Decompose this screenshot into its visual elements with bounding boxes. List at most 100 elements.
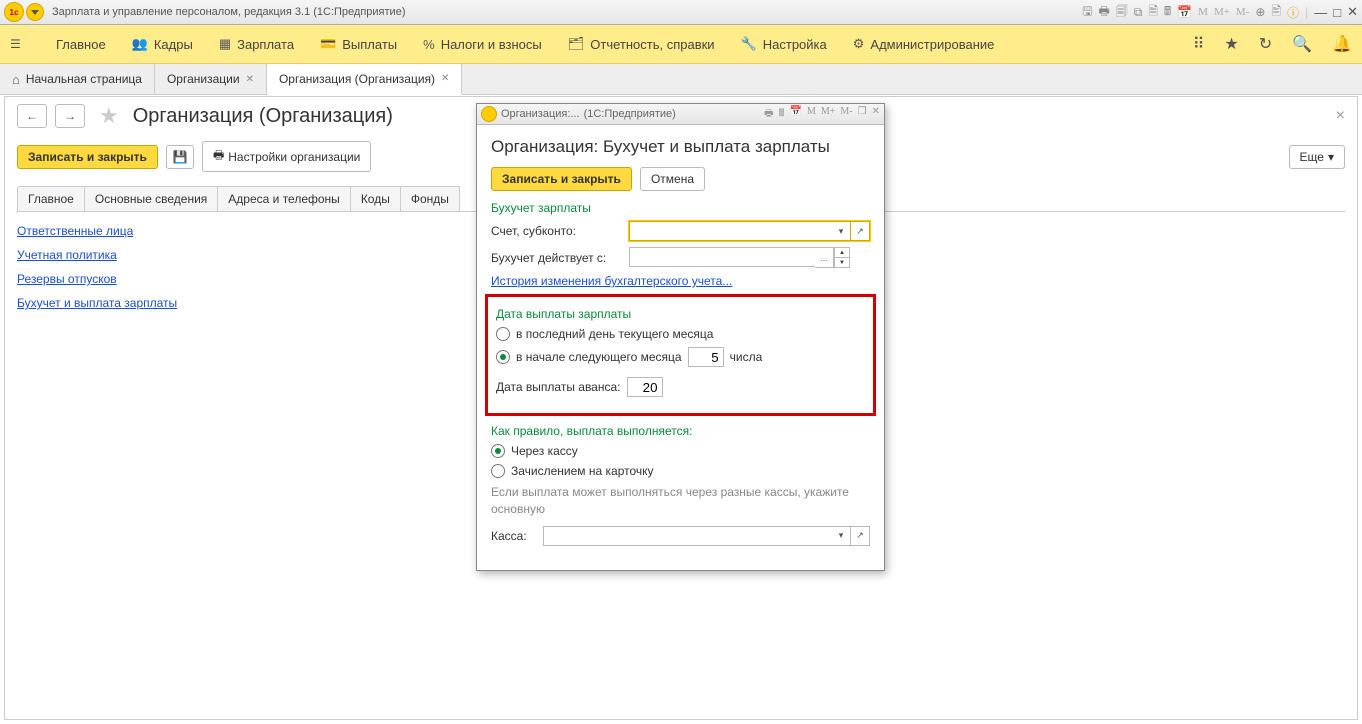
wallet-icon: 💳	[320, 36, 336, 52]
subtab-address[interactable]: Адреса и телефоны	[217, 186, 351, 211]
ellipsis-icon[interactable]: …	[815, 247, 834, 268]
dialog-title-bar: Организация:... (1С:Предприятие) 🖶 🖩 📅 M…	[477, 104, 884, 125]
calendar-icon[interactable]: 📅	[1177, 5, 1192, 19]
page-close-button[interactable]: ×	[1336, 107, 1345, 125]
m-plus-icon[interactable]: M+	[1214, 6, 1230, 18]
open-icon[interactable]: ↗	[851, 526, 870, 546]
radio-selected-icon	[496, 350, 510, 364]
day-suffix: числа	[730, 350, 763, 364]
more-button[interactable]: Еще ▾	[1289, 145, 1345, 169]
menu-settings[interactable]: 🔧Настройка	[741, 36, 827, 52]
menu-reports[interactable]: 🗂Отчетность, справки	[568, 36, 715, 52]
zoom-in-icon[interactable]: ⊕	[1255, 5, 1265, 19]
star-icon[interactable]: ★	[1224, 34, 1238, 54]
close-icon[interactable]: ✕	[1347, 4, 1358, 20]
menu-taxes[interactable]: %Налоги и взносы	[423, 37, 542, 52]
table-icon: ▦	[219, 36, 231, 52]
open-icon[interactable]: ↗	[851, 221, 870, 241]
window-title-bar: 1c Зарплата и управление персоналом, ред…	[0, 0, 1362, 25]
advance-input[interactable]	[627, 377, 663, 397]
apps-icon[interactable]: ⠿	[1193, 34, 1205, 54]
calc-icon[interactable]: 🖩	[1164, 2, 1171, 23]
m-icon[interactable]: M	[807, 106, 816, 123]
dialog-win-subtitle: (1С:Предприятие)	[584, 108, 676, 120]
kassa-label: Касса:	[491, 529, 535, 543]
nav-forward-button[interactable]: →	[55, 104, 85, 128]
dialog-heading: Организация: Бухучет и выплата зарплаты	[491, 137, 870, 157]
close-icon[interactable]: ✕	[872, 106, 880, 123]
row-since: Бухучет действует с: … ▲▼	[491, 247, 870, 268]
org-settings-button[interactable]: 🖶Настройки организации	[202, 141, 371, 172]
favorite-star-icon[interactable]: ★	[99, 103, 119, 129]
info-icon[interactable]: ⓘ	[1287, 4, 1299, 21]
tab-orgs[interactable]: Организации✕	[155, 64, 267, 94]
subtab-funds[interactable]: Фонды	[400, 186, 460, 211]
app-menu-dropdown[interactable]	[26, 3, 44, 21]
m-minus-icon[interactable]: M-	[840, 106, 852, 123]
close-icon[interactable]: ✕	[246, 74, 254, 85]
link-icon[interactable]: 🖹	[1271, 2, 1281, 23]
search-icon[interactable]: 🔍	[1292, 34, 1312, 54]
subtab-info[interactable]: Основные сведения	[84, 186, 218, 211]
calc-icon[interactable]: 🖩	[779, 106, 785, 123]
dialog-payroll: Организация:... (1С:Предприятие) 🖶 🖩 📅 M…	[476, 103, 885, 571]
m-icon[interactable]: M	[1198, 6, 1208, 18]
day-input[interactable]	[688, 347, 724, 367]
doc-icon[interactable]: 🗎	[1148, 2, 1158, 23]
save-icon[interactable]: 🖫	[1082, 2, 1092, 23]
calendar-icon[interactable]: 📅	[790, 106, 802, 123]
menu-salary[interactable]: ▦Зарплата	[219, 36, 294, 52]
preview-icon[interactable]: 🗐	[1116, 2, 1128, 23]
dropdown-icon[interactable]: ▾	[832, 221, 851, 241]
home-icon	[12, 72, 20, 87]
tab-org[interactable]: Организация (Организация)✕	[267, 64, 462, 95]
tab-home[interactable]: Начальная страница	[0, 64, 155, 94]
radio-last-day[interactable]: в последний день текущего месяца	[496, 327, 865, 341]
compare-icon[interactable]: ⧉	[1134, 5, 1143, 20]
minimize-icon[interactable]: —	[1314, 5, 1327, 20]
since-input[interactable]	[629, 247, 815, 267]
menu-admin[interactable]: ⚙Администрирование	[853, 36, 995, 52]
bell-icon[interactable]: 🔔	[1332, 34, 1352, 54]
restore-icon[interactable]: ❐	[858, 106, 867, 123]
dialog-cancel-button[interactable]: Отмена	[640, 167, 705, 191]
highlight-box: Дата выплаты зарплаты в последний день т…	[485, 294, 876, 416]
m-plus-icon[interactable]: M+	[821, 106, 836, 123]
print-icon[interactable]: 🖶	[1098, 2, 1109, 23]
save-close-button[interactable]: Записать и закрыть	[17, 145, 158, 169]
hamburger-icon[interactable]: ☰	[10, 37, 30, 51]
subtab-codes[interactable]: Коды	[350, 186, 401, 211]
app-title: Зарплата и управление персоналом, редакц…	[52, 6, 405, 18]
account-input[interactable]	[629, 221, 832, 241]
kassa-input[interactable]	[543, 526, 832, 546]
radio-cash[interactable]: Через кассу	[491, 444, 870, 458]
tab-bar: Начальная страница Организации✕ Организа…	[0, 64, 1362, 95]
menu-main[interactable]: Главное	[56, 37, 106, 52]
gear-icon: ⚙	[853, 36, 865, 52]
radio-next-month[interactable]: в начале следующего месяца числа	[496, 347, 865, 367]
dialog-save-close-button[interactable]: Записать и закрыть	[491, 167, 632, 191]
account-label: Счет, субконто:	[491, 224, 621, 238]
save-button[interactable]: 💾	[166, 145, 194, 169]
history-icon[interactable]: ↻	[1259, 34, 1272, 54]
spinner[interactable]: ▲▼	[834, 247, 850, 268]
menu-payments[interactable]: 💳Выплаты	[320, 36, 397, 52]
radio-card[interactable]: Зачислением на карточку	[491, 464, 870, 478]
close-icon[interactable]: ✕	[441, 73, 449, 84]
nav-back-button[interactable]: ←	[17, 104, 47, 128]
note-text: Если выплата может выполняться через раз…	[491, 484, 870, 518]
history-link[interactable]: История изменения бухгалтерского учета..…	[491, 274, 732, 288]
people-icon: 👥	[132, 36, 148, 52]
print-icon[interactable]: 🖶	[764, 106, 773, 123]
menu-staff[interactable]: 👥Кадры	[132, 36, 193, 52]
radio-selected-icon	[491, 444, 505, 458]
wrench-icon: 🔧	[741, 36, 757, 52]
subtab-main[interactable]: Главное	[17, 186, 85, 211]
maximize-icon[interactable]: □	[1333, 5, 1341, 20]
section-method-title: Как правило, выплата выполняется:	[491, 424, 870, 438]
account-input-group: ▾ ↗	[629, 221, 870, 241]
m-minus-icon[interactable]: M-	[1236, 6, 1249, 18]
since-input-group: … ▲▼	[629, 247, 850, 268]
app-logo-icon: 1c	[4, 2, 24, 22]
dropdown-icon[interactable]: ▾	[832, 526, 851, 546]
